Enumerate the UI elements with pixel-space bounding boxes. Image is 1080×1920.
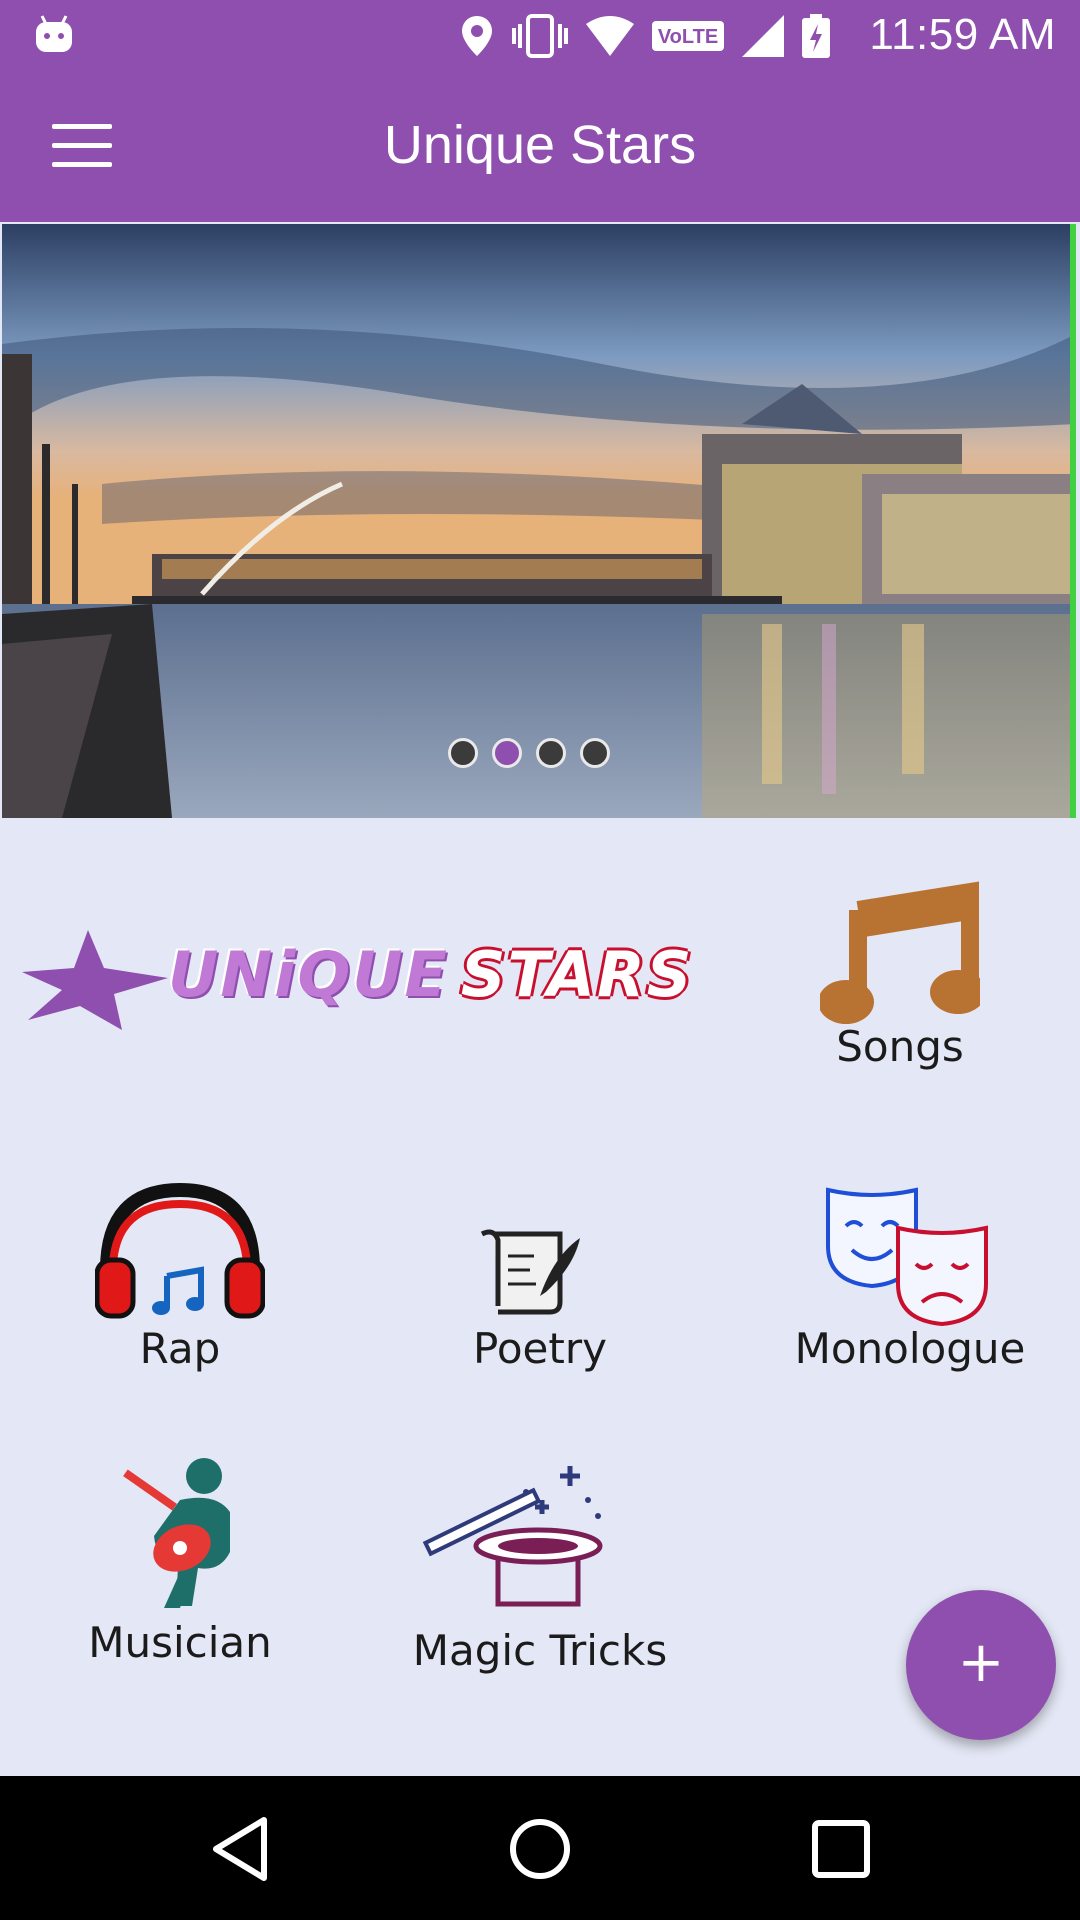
carousel-dot-2[interactable]: [492, 738, 522, 768]
logo-word-unique: UNiQUE: [168, 938, 449, 1011]
category-magic-tricks[interactable]: Magic Tricks: [400, 1460, 680, 1680]
android-icon: [36, 15, 72, 52]
category-label: Musician: [88, 1618, 272, 1667]
logo-text: UNiQUE STARS: [168, 938, 693, 1011]
guitarist-icon: [123, 1458, 230, 1608]
carousel-dot-4[interactable]: [580, 738, 610, 768]
carousel-dots: [448, 738, 610, 768]
status-time: 11:59 AM: [869, 10, 1056, 59]
app-title: Unique Stars: [383, 115, 697, 175]
wifi-icon: [586, 16, 634, 56]
category-label: Poetry: [473, 1324, 607, 1373]
banner-carousel[interactable]: [2, 224, 1076, 818]
battery-charging-icon: [802, 14, 830, 58]
navigation-bar: [0, 1776, 1080, 1920]
category-monologue[interactable]: Monologue: [780, 1180, 1040, 1380]
banner-image: [2, 224, 1076, 818]
category-label: Rap: [139, 1324, 221, 1373]
music-note-icon: [820, 881, 980, 1024]
vibrate-icon: [512, 14, 568, 58]
category-poetry[interactable]: Poetry: [430, 1220, 650, 1380]
headphones-icon: [95, 1182, 265, 1319]
app-bar: Unique Stars: [0, 72, 1080, 222]
scroll-quill-icon: [480, 1229, 580, 1315]
category-rap[interactable]: Rap: [70, 1180, 290, 1373]
category-label: Magic Tricks: [412, 1626, 668, 1675]
home-icon[interactable]: [505, 1814, 575, 1884]
carousel-dot-3[interactable]: [536, 738, 566, 768]
carousel-dot-1[interactable]: [448, 738, 478, 768]
signal-icon: [742, 15, 784, 57]
category-songs[interactable]: Songs: [800, 870, 1000, 1080]
star-logo-icon: [22, 930, 168, 1030]
theater-masks-icon: [826, 1187, 988, 1326]
location-icon: [462, 16, 492, 56]
banner-edge: [1070, 224, 1076, 818]
category-label: Monologue: [794, 1324, 1026, 1373]
back-icon[interactable]: [208, 1814, 278, 1884]
volte-icon: VoLTE: [652, 21, 724, 51]
svg-text:VoLTE: VoLTE: [658, 26, 718, 48]
unique-stars-logo: UNiQUE STARS: [18, 920, 698, 1040]
status-icons: VoLTE: [460, 14, 830, 58]
category-musician[interactable]: Musician: [60, 1450, 300, 1680]
logo-word-stars: STARS: [460, 938, 694, 1011]
category-label: Songs: [836, 1022, 964, 1071]
status-bar: VoLTE 11:59 AM: [0, 0, 1080, 72]
recents-icon[interactable]: [806, 1814, 876, 1884]
add-fab-button[interactable]: +: [906, 1590, 1056, 1740]
magic-hat-wand-icon: [422, 1466, 603, 1607]
